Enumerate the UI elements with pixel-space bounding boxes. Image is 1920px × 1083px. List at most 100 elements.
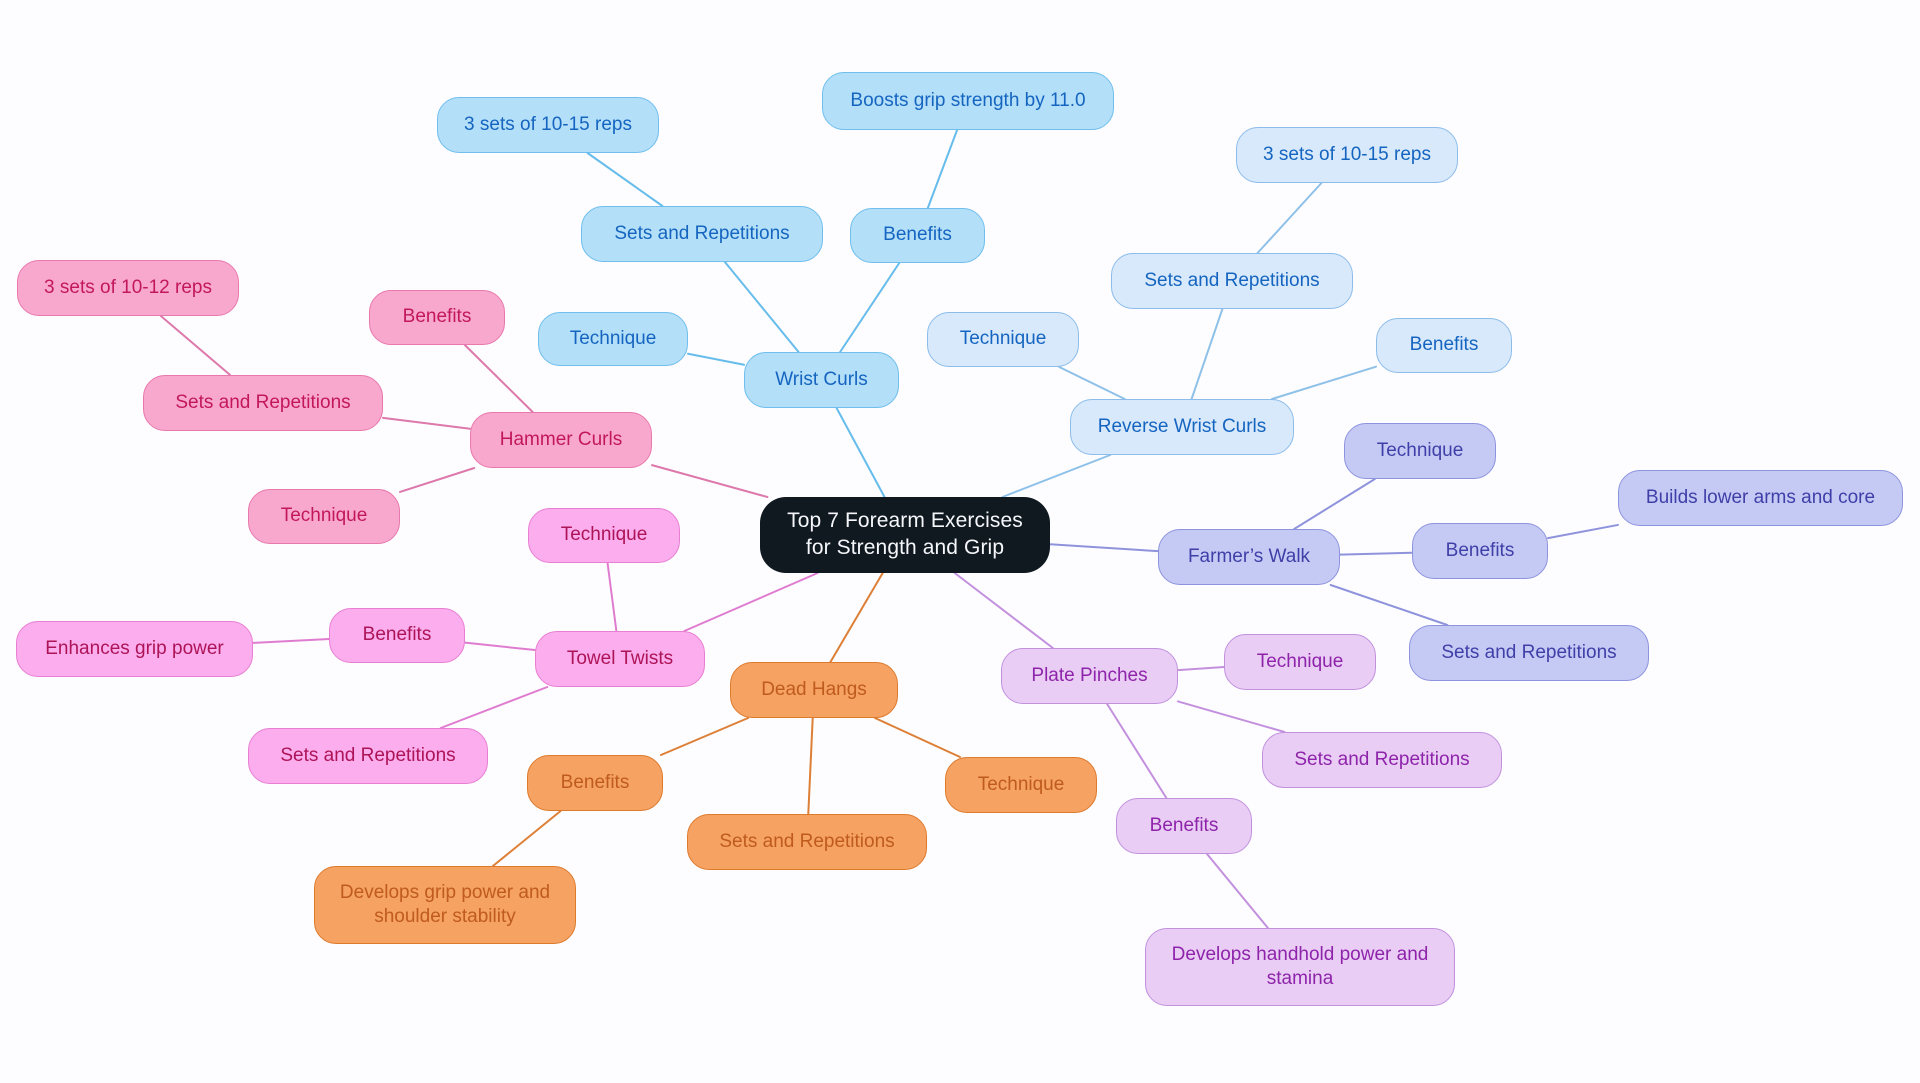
mindmap-node-fw-benefits-detail[interactable]: Builds lower arms and core <box>1618 470 1903 526</box>
mindmap-node-fw-benefits[interactable]: Benefits <box>1412 523 1548 579</box>
mindmap-node-label: Benefits <box>560 771 630 793</box>
mindmap-node-label: Technique <box>569 327 657 349</box>
mindmap-node-fw-technique[interactable]: Technique <box>1344 423 1496 479</box>
mindmap-node-hammer-curls[interactable]: Hammer Curls <box>470 412 652 468</box>
mindmap-node-hc-sets-detail[interactable]: 3 sets of 10-12 reps <box>17 260 239 316</box>
mindmap-node-label: Benefits <box>1445 539 1515 561</box>
mindmap-edge <box>399 467 476 493</box>
mindmap-node-wc-sets[interactable]: Sets and Repetitions <box>581 206 823 262</box>
mindmap-node-label: Farmer’s Walk <box>1187 545 1311 567</box>
mindmap-node-pp-benefits[interactable]: Benefits <box>1116 798 1252 854</box>
mindmap-edge <box>439 686 549 729</box>
mindmap-edge <box>491 810 562 867</box>
mindmap-node-label: Dead Hangs <box>761 678 867 700</box>
mindmap-node-label: Develops grip power and shoulder stabili… <box>339 881 551 927</box>
mindmap-edge <box>1329 584 1449 626</box>
mindmap-node-wrist-curls[interactable]: Wrist Curls <box>744 352 899 408</box>
mindmap-node-hc-technique[interactable]: Technique <box>248 489 400 544</box>
mindmap-edge <box>683 572 819 632</box>
mindmap-node-plate-pinches[interactable]: Plate Pinches <box>1001 648 1178 704</box>
mindmap-node-label: Wrist Curls <box>775 368 868 390</box>
mindmap-edge <box>1339 551 1413 556</box>
mindmap-node-label: Benefits <box>362 624 432 646</box>
mindmap-node-label: Sets and Repetitions <box>1441 641 1617 663</box>
mindmap-node-pp-sets[interactable]: Sets and Repetitions <box>1262 732 1502 788</box>
mindmap-node-label: Builds lower arms and core <box>1645 486 1876 508</box>
mindmap-edge <box>382 416 471 430</box>
mindmap-node-root[interactable]: Top 7 Forearm Exercises for Strength and… <box>760 497 1050 573</box>
mindmap-node-tt-sets[interactable]: Sets and Repetitions <box>248 728 488 784</box>
mindmap-node-label: Reverse Wrist Curls <box>1097 415 1267 437</box>
mindmap-node-wc-benefits[interactable]: Benefits <box>850 208 985 263</box>
mindmap-edge <box>1177 700 1286 733</box>
mindmap-node-label: Benefits <box>883 224 952 246</box>
mindmap-node-reverse-wrist-curls[interactable]: Reverse Wrist Curls <box>1070 399 1294 455</box>
mindmap-node-label: Hammer Curls <box>499 428 623 450</box>
mindmap-edge <box>1293 478 1376 530</box>
mindmap-edge <box>835 407 886 498</box>
mindmap-node-wc-benefits-detail[interactable]: Boosts grip strength by 11.0 <box>822 72 1114 130</box>
mindmap-edge <box>953 572 1054 649</box>
mindmap-edge <box>586 152 664 207</box>
mindmap-node-rwc-benefits[interactable]: Benefits <box>1376 318 1512 373</box>
mindmap-node-label: Benefits <box>1409 334 1479 356</box>
mindmap-node-label: 3 sets of 10-15 reps <box>1263 143 1431 165</box>
mindmap-node-label: Sets and Repetitions <box>614 222 790 244</box>
mindmap-node-tt-benefits[interactable]: Benefits <box>329 608 465 663</box>
mindmap-node-label: Enhances grip power <box>45 637 224 659</box>
mindmap-edge <box>1190 308 1224 400</box>
mindmap-edge <box>606 562 618 632</box>
mindmap-edge <box>651 464 769 498</box>
mindmap-edge <box>687 352 745 366</box>
mindmap-edge <box>723 261 800 353</box>
mindmap-node-farmers-walk[interactable]: Farmer’s Walk <box>1158 529 1340 585</box>
mindmap-node-label: Benefits <box>1149 814 1219 836</box>
mindmap-edge <box>1001 454 1112 498</box>
mindmap-node-pp-technique[interactable]: Technique <box>1224 634 1376 690</box>
mindmap-node-wc-technique[interactable]: Technique <box>538 312 688 366</box>
mindmap-node-label: Towel Twists <box>566 647 674 669</box>
mindmap-node-label: Boosts grip strength by 11.0 <box>850 89 1086 111</box>
mindmap-edge <box>1271 365 1377 400</box>
mindmap-edge <box>659 717 750 756</box>
mindmap-node-label: Technique <box>280 505 368 527</box>
mindmap-node-dh-benefits-detail[interactable]: Develops grip power and shoulder stabili… <box>314 866 576 944</box>
mindmap-edge <box>1177 666 1225 672</box>
mindmap-node-dh-technique[interactable]: Technique <box>945 757 1097 813</box>
mindmap-node-label: Plate Pinches <box>1031 664 1148 686</box>
mindmap-node-wc-sets-detail[interactable]: 3 sets of 10-15 reps <box>437 97 659 153</box>
mindmap-node-label: Technique <box>1256 650 1344 672</box>
mindmap-node-label: Sets and Repetitions <box>175 391 351 413</box>
mindmap-node-fw-sets[interactable]: Sets and Repetitions <box>1409 625 1649 681</box>
mindmap-edge <box>464 641 536 652</box>
mindmap-edge <box>1206 853 1269 929</box>
mindmap-node-label: Sets and Repetitions <box>1144 269 1320 291</box>
mindmap-edge <box>1256 182 1323 254</box>
mindmap-edge <box>807 717 814 815</box>
mindmap-node-label: Develops handhold power and stamina <box>1171 943 1429 989</box>
mindmap-node-dh-benefits[interactable]: Benefits <box>527 755 663 811</box>
mindmap-edge <box>874 717 961 758</box>
mindmap-node-label: Technique <box>1376 439 1464 461</box>
mindmap-canvas: Top 7 Forearm Exercises for Strength and… <box>0 0 1920 1083</box>
mindmap-node-hc-sets[interactable]: Sets and Repetitions <box>143 375 383 431</box>
mindmap-node-tt-benefits-detail[interactable]: Enhances grip power <box>16 621 253 677</box>
mindmap-node-label: Sets and Repetitions <box>719 830 895 852</box>
mindmap-edge <box>159 315 232 376</box>
mindmap-edge <box>252 637 330 644</box>
mindmap-node-label: Top 7 Forearm Exercises for Strength and… <box>787 509 1023 559</box>
mindmap-node-pp-benefits-detail[interactable]: Develops handhold power and stamina <box>1145 928 1455 1006</box>
mindmap-edge <box>1049 543 1159 553</box>
mindmap-edge <box>926 129 959 209</box>
mindmap-node-dh-sets[interactable]: Sets and Repetitions <box>687 814 927 870</box>
mindmap-node-label: Benefits <box>402 306 472 328</box>
mindmap-node-towel-twists[interactable]: Towel Twists <box>535 631 705 687</box>
mindmap-node-label: 3 sets of 10-15 reps <box>464 113 632 135</box>
mindmap-node-dead-hangs[interactable]: Dead Hangs <box>730 662 898 718</box>
mindmap-node-rwc-sets[interactable]: Sets and Repetitions <box>1111 253 1353 309</box>
mindmap-edge <box>829 572 884 663</box>
mindmap-node-hc-benefits[interactable]: Benefits <box>369 290 505 345</box>
mindmap-node-rwc-sets-detail[interactable]: 3 sets of 10-15 reps <box>1236 127 1458 183</box>
mindmap-node-rwc-technique[interactable]: Technique <box>927 312 1079 367</box>
mindmap-node-tt-technique[interactable]: Technique <box>528 508 680 563</box>
